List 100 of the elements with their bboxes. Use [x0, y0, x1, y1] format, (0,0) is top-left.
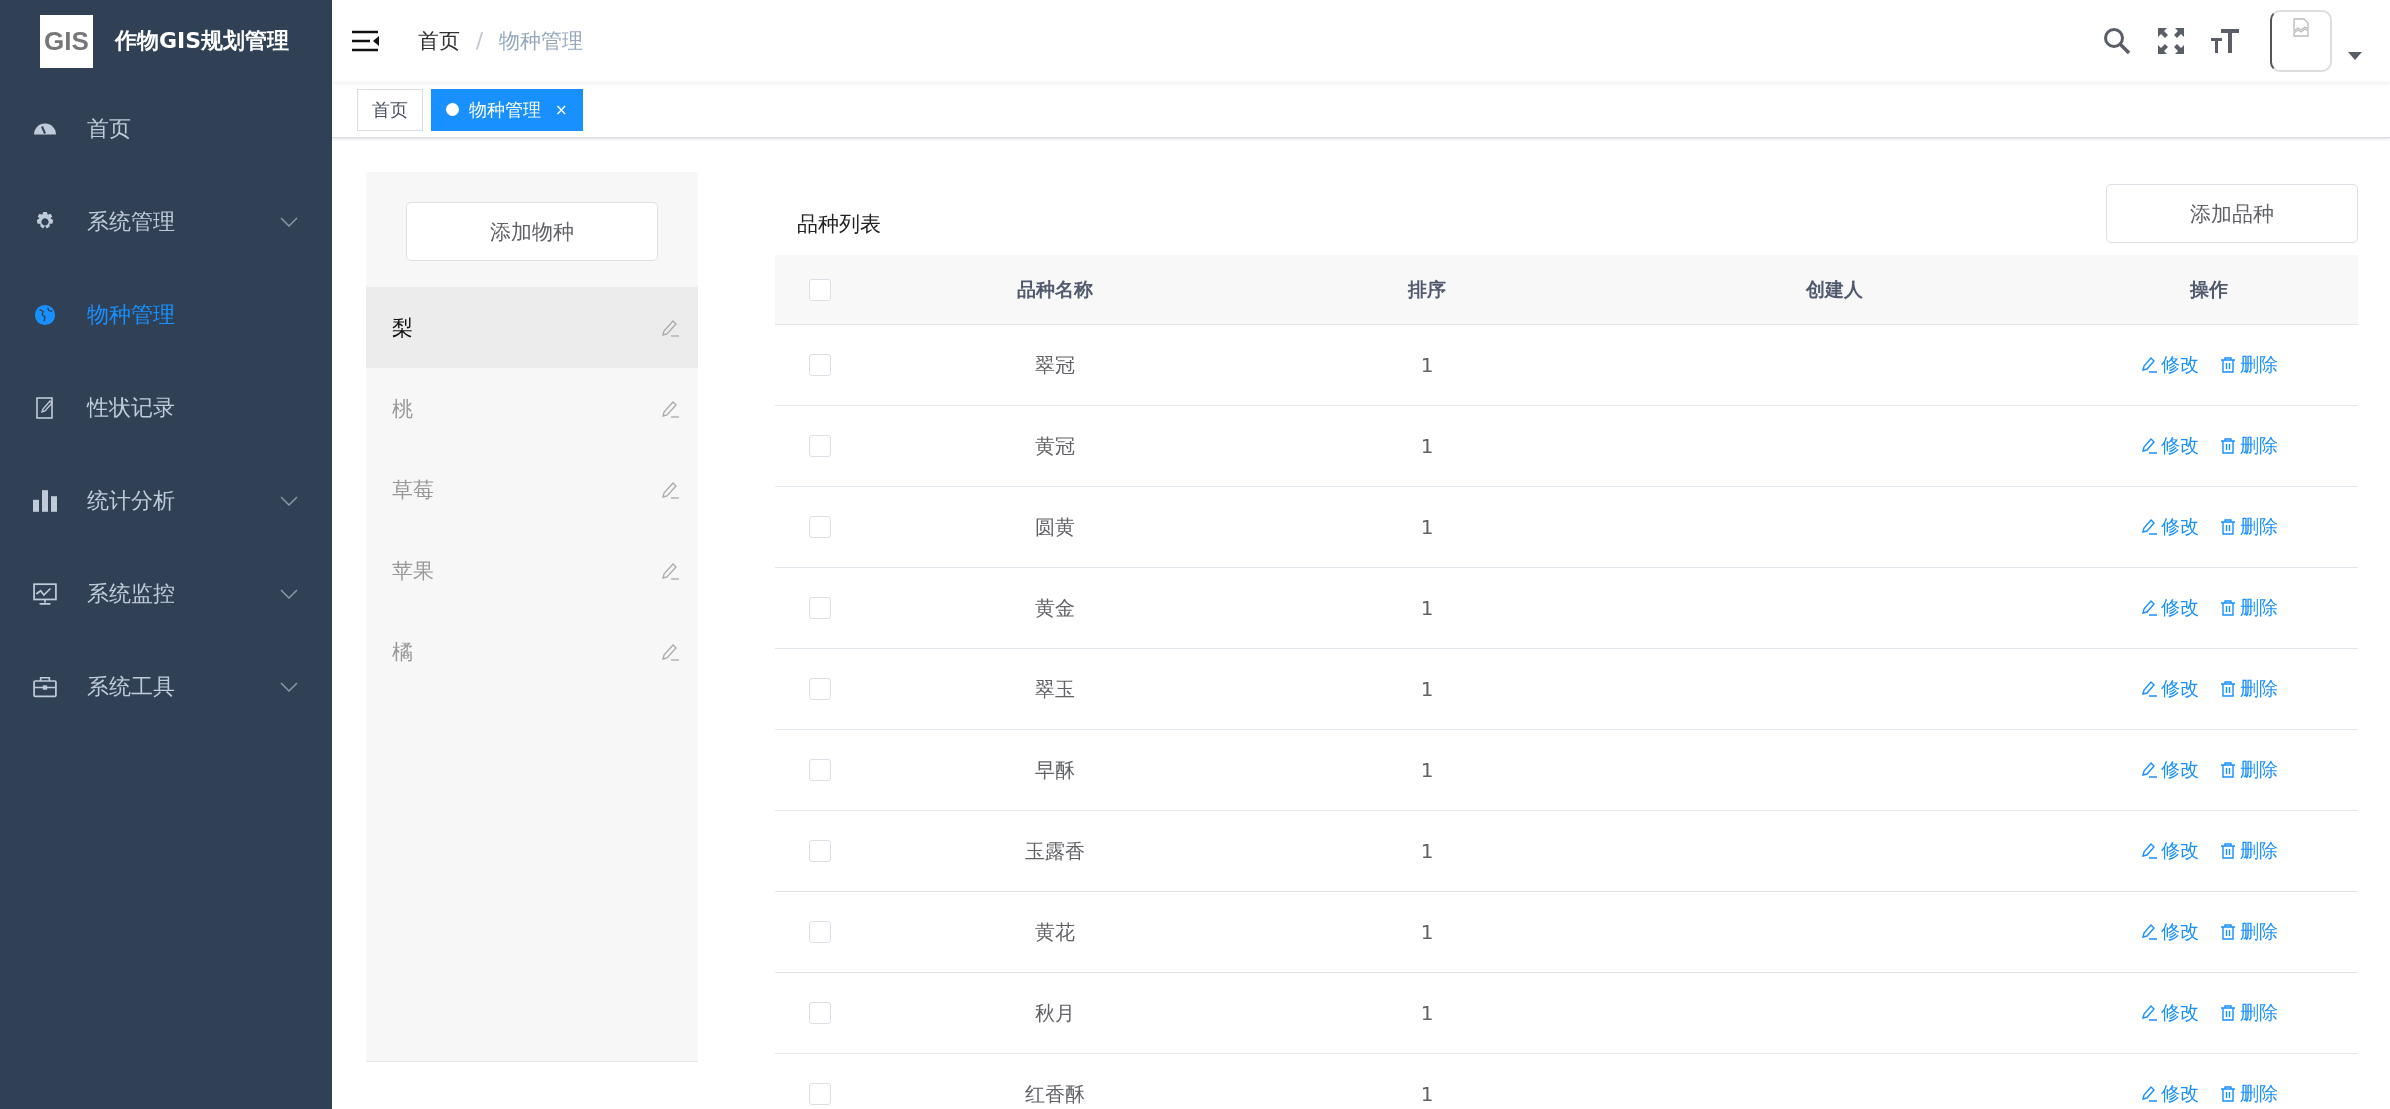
table-cell: 1 — [1420, 434, 1434, 458]
chevron-down-icon — [280, 495, 298, 506]
logo: GIS — [40, 14, 93, 68]
add-variety-button[interactable]: 添加品种 — [2106, 184, 2358, 243]
trash-icon — [2219, 437, 2237, 455]
species-item[interactable]: 橘 — [366, 611, 698, 692]
checkbox[interactable] — [809, 840, 831, 862]
species-item[interactable]: 梨 — [366, 287, 698, 368]
checkbox[interactable] — [809, 354, 831, 376]
edit-icon — [2140, 1004, 2158, 1022]
edit-icon — [2140, 518, 2158, 536]
trash-icon — [2219, 842, 2237, 860]
avatar[interactable] — [2270, 10, 2332, 72]
add-species-button[interactable]: 添加物种 — [406, 202, 658, 261]
edit-icon — [2140, 599, 2158, 617]
edit-link[interactable]: 修改 — [2140, 676, 2199, 702]
table-cell: 1 — [1420, 1001, 1434, 1025]
table-cell: 翠玉 — [1035, 675, 1075, 703]
edit-link[interactable]: 修改 — [2140, 514, 2199, 540]
delete-link[interactable]: 删除 — [2219, 757, 2278, 783]
table-cell: 1 — [1420, 1082, 1434, 1106]
menu-item[interactable]: 性状记录 — [0, 361, 332, 454]
checkbox[interactable] — [809, 597, 831, 619]
table-cell: 1 — [1420, 758, 1434, 782]
menu-item[interactable]: 系统监控 — [0, 547, 332, 640]
edit-link[interactable]: 修改 — [2140, 1081, 2199, 1107]
caret-icon[interactable] — [2348, 52, 2362, 60]
trash-icon — [2219, 680, 2237, 698]
table-cell: 1 — [1420, 596, 1434, 620]
delete-link[interactable]: 删除 — [2219, 1000, 2278, 1026]
edit-icon — [2140, 842, 2158, 860]
menu-icon[interactable] — [352, 30, 380, 52]
table-cell: 玉露香 — [1025, 837, 1085, 865]
search-icon[interactable] — [2102, 26, 2132, 56]
table-cell: 黄金 — [1035, 594, 1075, 622]
edit-link[interactable]: 修改 — [2140, 919, 2199, 945]
menu-item[interactable]: 物种管理 — [0, 268, 332, 361]
bar-chart-icon — [33, 489, 57, 512]
edit-icon — [2140, 437, 2158, 455]
table-cell: 1 — [1420, 515, 1434, 539]
chevron-down-icon — [280, 681, 298, 692]
table-cell: 圆黄 — [1035, 513, 1075, 541]
delete-link[interactable]: 删除 — [2219, 676, 2278, 702]
column-header: 操作 — [2190, 276, 2228, 302]
trash-icon — [2219, 356, 2237, 374]
species-item[interactable]: 桃 — [366, 368, 698, 449]
delete-link[interactable]: 删除 — [2219, 595, 2278, 621]
delete-link[interactable]: 删除 — [2219, 433, 2278, 459]
font-size-icon[interactable] — [2210, 26, 2240, 56]
chevron-down-icon — [280, 216, 298, 227]
trash-icon — [2219, 1085, 2237, 1103]
delete-link[interactable]: 删除 — [2219, 1081, 2278, 1107]
checkbox[interactable] — [809, 516, 831, 538]
chevron-down-icon — [280, 588, 298, 599]
table-cell: 黄冠 — [1035, 432, 1075, 460]
checkbox[interactable] — [809, 1002, 831, 1024]
breadcrumb-item[interactable]: 首页 — [418, 27, 460, 55]
checkbox[interactable] — [809, 759, 831, 781]
fullscreen-icon[interactable] — [2156, 26, 2186, 56]
species-item[interactable]: 草莓 — [366, 449, 698, 530]
delete-link[interactable]: 删除 — [2219, 838, 2278, 864]
edit-icon — [2140, 1085, 2158, 1103]
edit-link[interactable]: 修改 — [2140, 595, 2199, 621]
trash-icon — [2219, 761, 2237, 779]
monitor-icon — [33, 582, 57, 605]
checkbox[interactable] — [809, 1083, 831, 1105]
species-item[interactable]: 苹果 — [366, 530, 698, 611]
globe-icon — [33, 303, 57, 326]
tab[interactable]: 首页 — [357, 88, 423, 131]
edit-link[interactable]: 修改 — [2140, 433, 2199, 459]
table-title: 品种列表 — [797, 210, 881, 238]
checkbox[interactable] — [809, 921, 831, 943]
checkbox[interactable] — [809, 278, 831, 301]
checkbox[interactable] — [809, 678, 831, 700]
app-title: 作物GIS规划管理 — [115, 27, 290, 55]
table-cell: 1 — [1420, 353, 1434, 377]
broken-image-icon — [2293, 18, 2309, 38]
checkbox[interactable] — [809, 435, 831, 457]
column-header: 创建人 — [1806, 276, 1863, 302]
edit-link[interactable]: 修改 — [2140, 757, 2199, 783]
menu-item[interactable]: 系统工具 — [0, 640, 332, 733]
table-cell: 1 — [1420, 677, 1434, 701]
delete-link[interactable]: 删除 — [2219, 919, 2278, 945]
edit-link[interactable]: 修改 — [2140, 352, 2199, 378]
menu-item[interactable]: 首页 — [0, 82, 332, 175]
delete-link[interactable]: 删除 — [2219, 514, 2278, 540]
table-cell: 黄花 — [1035, 918, 1075, 946]
edit-link[interactable]: 修改 — [2140, 838, 2199, 864]
edit-link[interactable]: 修改 — [2140, 1000, 2199, 1026]
close-icon[interactable]: × — [555, 100, 568, 119]
table-cell: 秋月 — [1035, 999, 1075, 1027]
delete-link[interactable]: 删除 — [2219, 352, 2278, 378]
tab[interactable]: 物种管理 × — [431, 88, 583, 131]
edit-icon — [2140, 356, 2158, 374]
trash-icon — [2219, 923, 2237, 941]
menu-item[interactable]: 系统管理 — [0, 175, 332, 268]
menu-item[interactable]: 统计分析 — [0, 454, 332, 547]
edit-icon — [2140, 923, 2158, 941]
table-cell: 1 — [1420, 839, 1434, 863]
breadcrumb-separator: / — [476, 29, 484, 53]
